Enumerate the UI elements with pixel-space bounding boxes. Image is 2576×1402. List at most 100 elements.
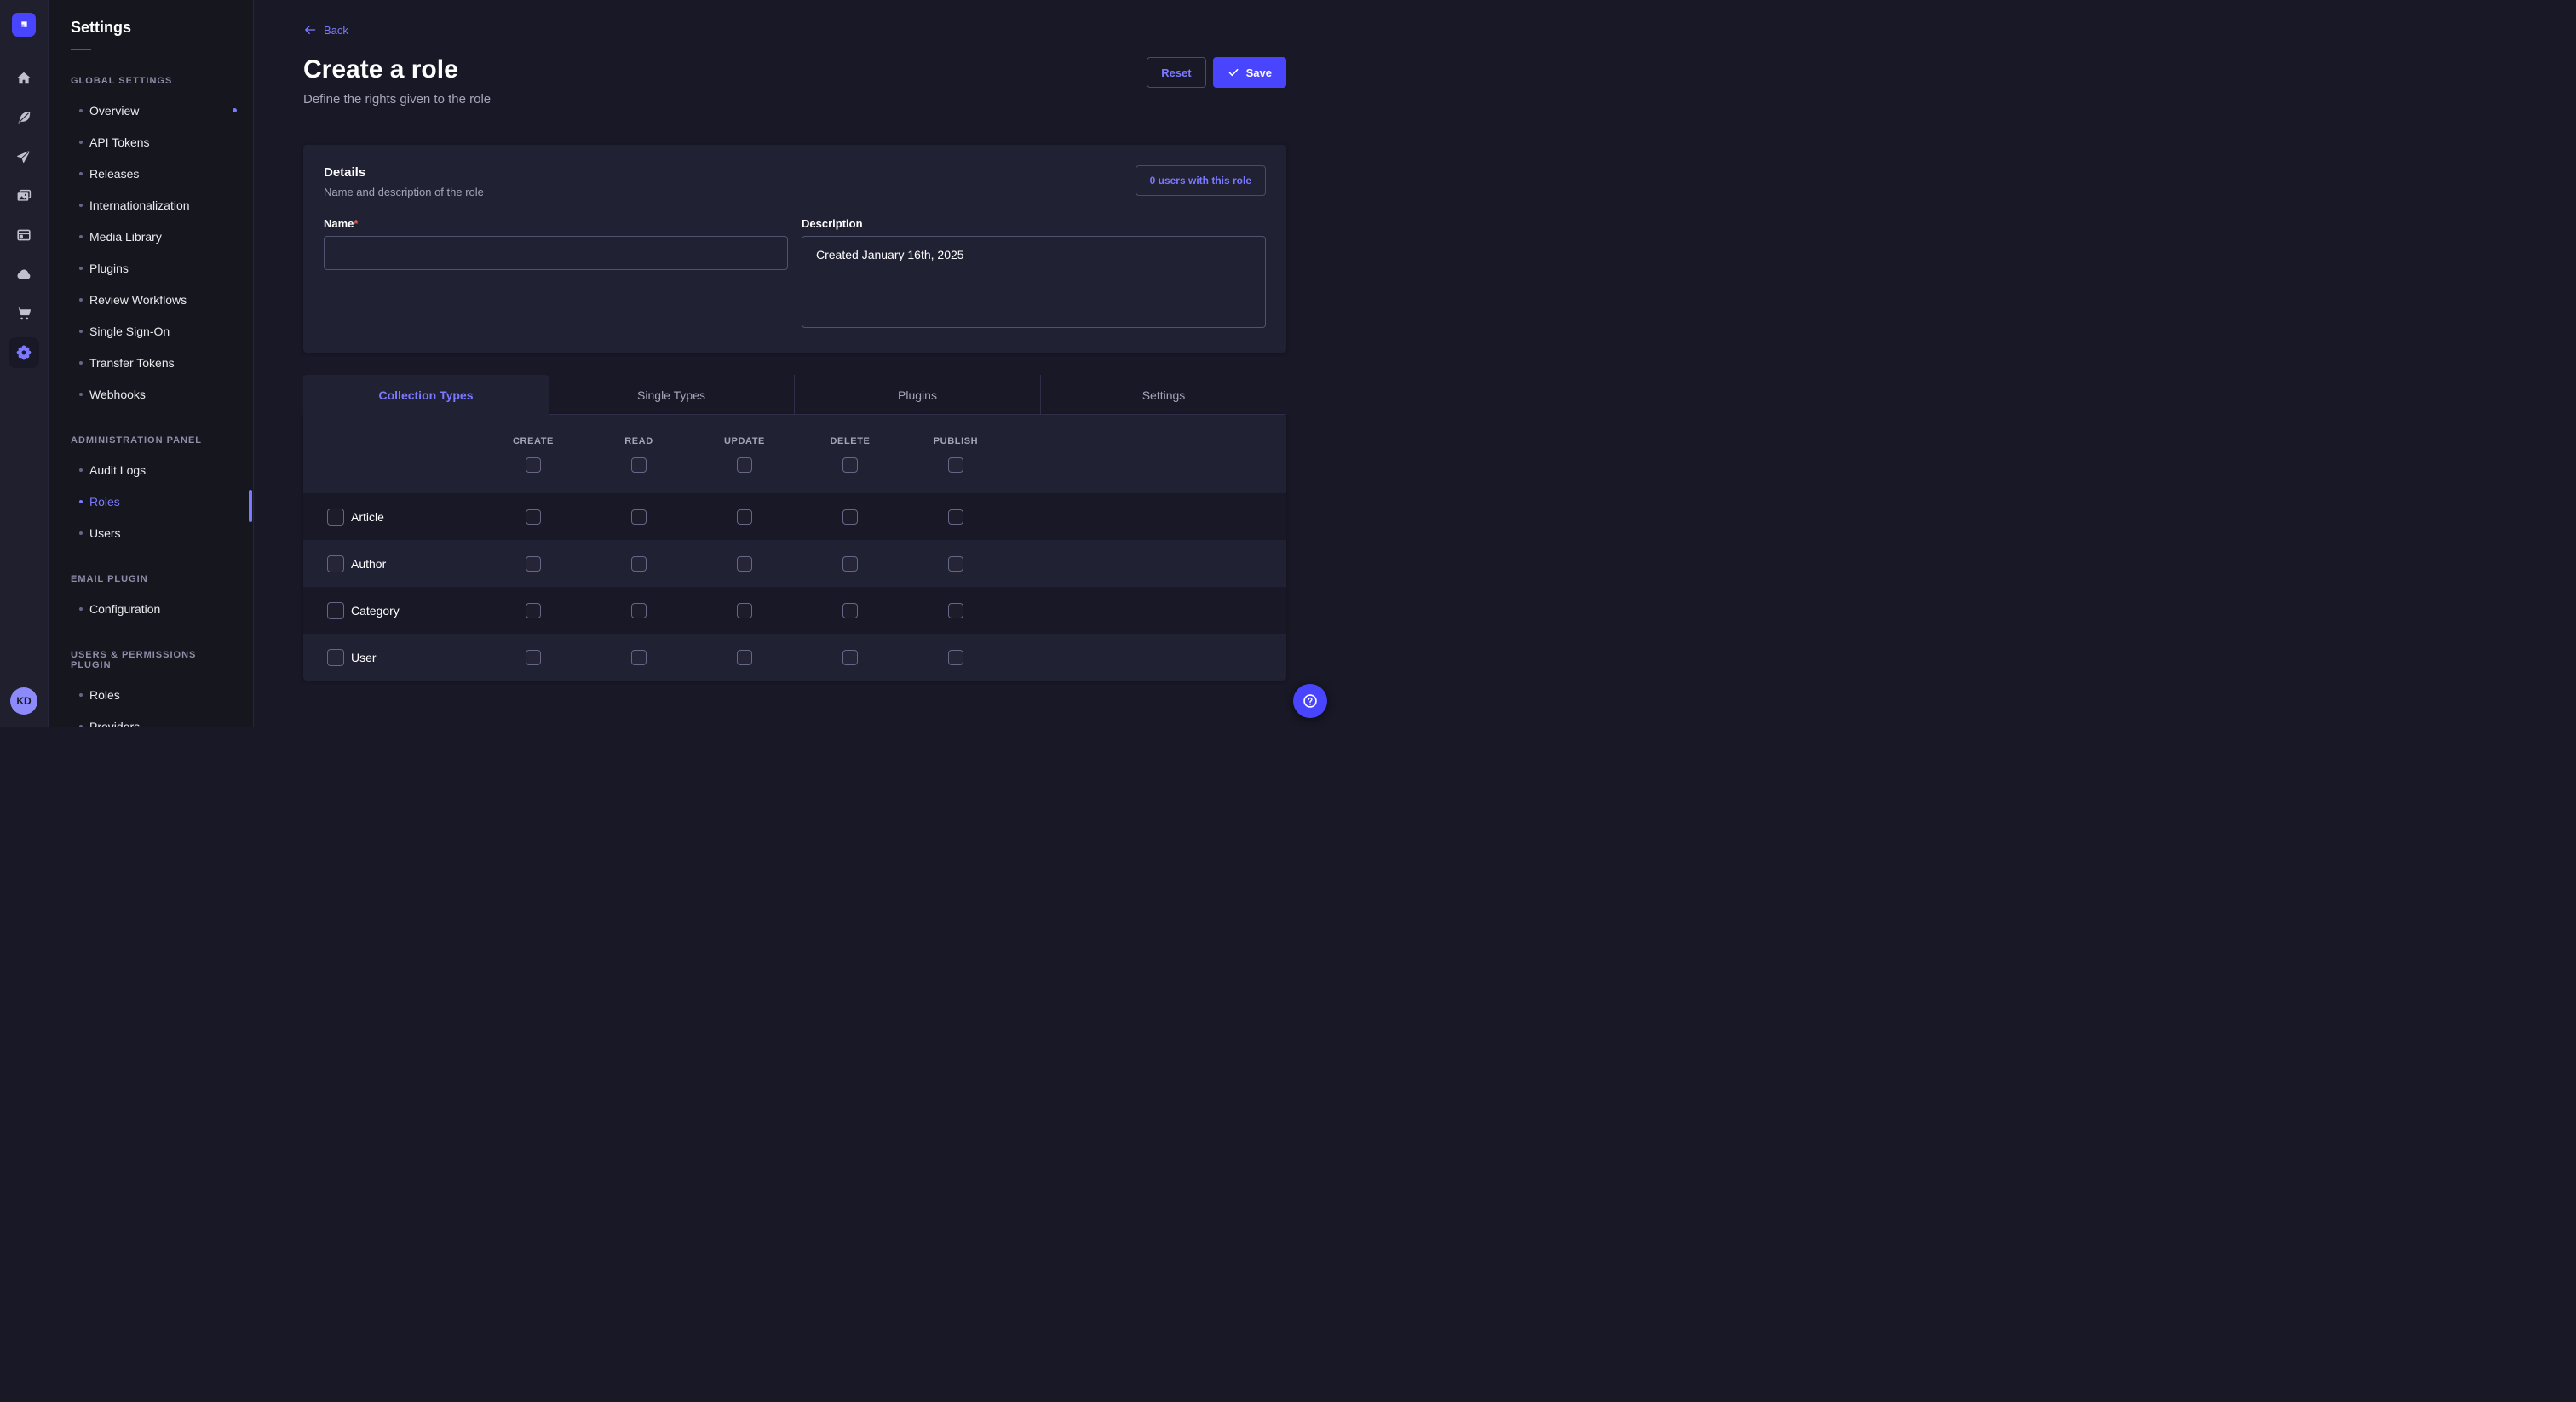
help-button[interactable] [1293,684,1327,718]
category-read-checkbox[interactable] [631,603,647,618]
save-button[interactable]: Save [1213,57,1286,88]
author-row-checkbox[interactable] [327,555,344,572]
strapi-logo[interactable] [12,13,36,37]
tab-settings[interactable]: Settings [1040,375,1286,415]
article-read-checkbox[interactable] [631,509,647,525]
sidebar-item-releases[interactable]: Releases [49,158,253,189]
back-link[interactable]: Back [303,23,348,37]
bullet-icon [79,500,83,503]
category-delete-checkbox[interactable] [842,603,858,618]
cart-icon [15,305,32,322]
nav-content-type-builder-button[interactable] [9,220,39,250]
rail-nav-list [9,63,39,687]
sidebar-item-configuration[interactable]: Configuration [49,593,253,624]
subnav-scrollbar-thumb[interactable] [249,490,252,522]
pictures-icon [15,187,32,204]
permissions-table-header: CREATE READ UPDATE DELETE [303,415,1286,493]
article-row-checkbox[interactable] [327,509,344,526]
select-all-create-checkbox[interactable] [526,457,541,473]
settings-subnav: Settings GLOBAL SETTINGS Overview API To… [49,0,254,727]
bullet-icon [79,725,83,727]
author-publish-checkbox[interactable] [948,556,963,572]
category-publish-checkbox[interactable] [948,603,963,618]
sidebar-item-plugins[interactable]: Plugins [49,252,253,284]
layout-icon [15,227,32,244]
paper-plane-icon [15,148,32,165]
bullet-icon [79,141,83,144]
notification-dot-icon [233,108,237,112]
tab-plugins[interactable]: Plugins [794,375,1040,415]
sidebar-item-transfer-tokens[interactable]: Transfer Tokens [49,347,253,378]
description-field-group: Description Created January 16th, 2025 [802,217,1266,332]
user-row-checkbox[interactable] [327,649,344,666]
user-read-checkbox[interactable] [631,650,647,665]
name-input[interactable] [324,236,788,270]
author-delete-checkbox[interactable] [842,556,858,572]
nav-marketplace-button[interactable] [9,298,39,329]
sidebar-item-roles-admin[interactable]: Roles [49,486,253,517]
author-read-checkbox[interactable] [631,556,647,572]
strapi-logo-icon [16,17,32,32]
user-publish-checkbox[interactable] [948,650,963,665]
sidebar-item-roles-up[interactable]: Roles [49,679,253,710]
sidebar-item-review-workflows[interactable]: Review Workflows [49,284,253,315]
article-update-checkbox[interactable] [737,509,752,525]
user-create-checkbox[interactable] [526,650,541,665]
sidebar-item-providers[interactable]: Providers [49,710,253,727]
details-title: Details [324,165,484,180]
sidebar-item-overview[interactable]: Overview [49,95,253,126]
user-delete-checkbox[interactable] [842,650,858,665]
select-all-update-checkbox[interactable] [737,457,752,473]
nav-content-manager-button[interactable] [9,102,39,133]
article-publish-checkbox[interactable] [948,509,963,525]
app-window: KD Settings GLOBAL SETTINGS Overview API… [0,0,1336,727]
gear-icon [14,343,33,362]
sidebar-item-users[interactable]: Users [49,517,253,549]
select-all-publish-checkbox[interactable] [948,457,963,473]
category-update-checkbox[interactable] [737,603,752,618]
nav-media-library-button[interactable] [9,181,39,211]
author-create-checkbox[interactable] [526,556,541,572]
article-create-checkbox[interactable] [526,509,541,525]
nav-deploy-button[interactable] [9,259,39,290]
description-textarea[interactable]: Created January 16th, 2025 [802,236,1266,328]
select-all-read-checkbox[interactable] [631,457,647,473]
tab-single-types[interactable]: Single Types [549,375,794,415]
users-with-role-button[interactable]: 0 users with this role [1136,165,1266,196]
sidebar-item-internationalization[interactable]: Internationalization [49,189,253,221]
nav-home-button[interactable] [9,63,39,94]
nav-settings-button[interactable] [9,337,39,368]
sidebar-item-audit-logs[interactable]: Audit Logs [49,454,253,486]
feather-icon [15,109,32,126]
bullet-icon [79,172,83,175]
bullet-icon [79,468,83,472]
user-avatar[interactable]: KD [10,687,37,715]
author-update-checkbox[interactable] [737,556,752,572]
nav-releases-button[interactable] [9,141,39,172]
bullet-icon [79,267,83,270]
article-delete-checkbox[interactable] [842,509,858,525]
section-label-email-plugin: EMAIL PLUGIN [71,574,231,584]
sidebar-item-media-library[interactable]: Media Library [49,221,253,252]
bullet-icon [79,109,83,112]
sidebar-item-webhooks[interactable]: Webhooks [49,378,253,410]
column-delete: DELETE [797,436,903,473]
section-label-users-permissions-plugin: USERS & PERMISSIONS PLUGIN [71,650,231,670]
tab-collection-types[interactable]: Collection Types [303,375,549,415]
details-subtitle: Name and description of the role [324,186,484,198]
page-title: Create a role [303,55,491,84]
column-update: UPDATE [692,436,797,473]
category-row-checkbox[interactable] [327,602,344,619]
user-update-checkbox[interactable] [737,650,752,665]
header-actions: Reset Save [1147,57,1286,88]
sidebar-item-api-tokens[interactable]: API Tokens [49,126,253,158]
column-publish: PUBLISH [903,436,1009,473]
permissions-section: Collection Types Single Types Plugins Se… [303,375,1286,681]
sidebar-item-single-sign-on[interactable]: Single Sign-On [49,315,253,347]
bullet-icon [79,531,83,535]
name-label: Name* [324,217,788,230]
category-create-checkbox[interactable] [526,603,541,618]
reset-button[interactable]: Reset [1147,57,1205,88]
bullet-icon [79,693,83,697]
select-all-delete-checkbox[interactable] [842,457,858,473]
